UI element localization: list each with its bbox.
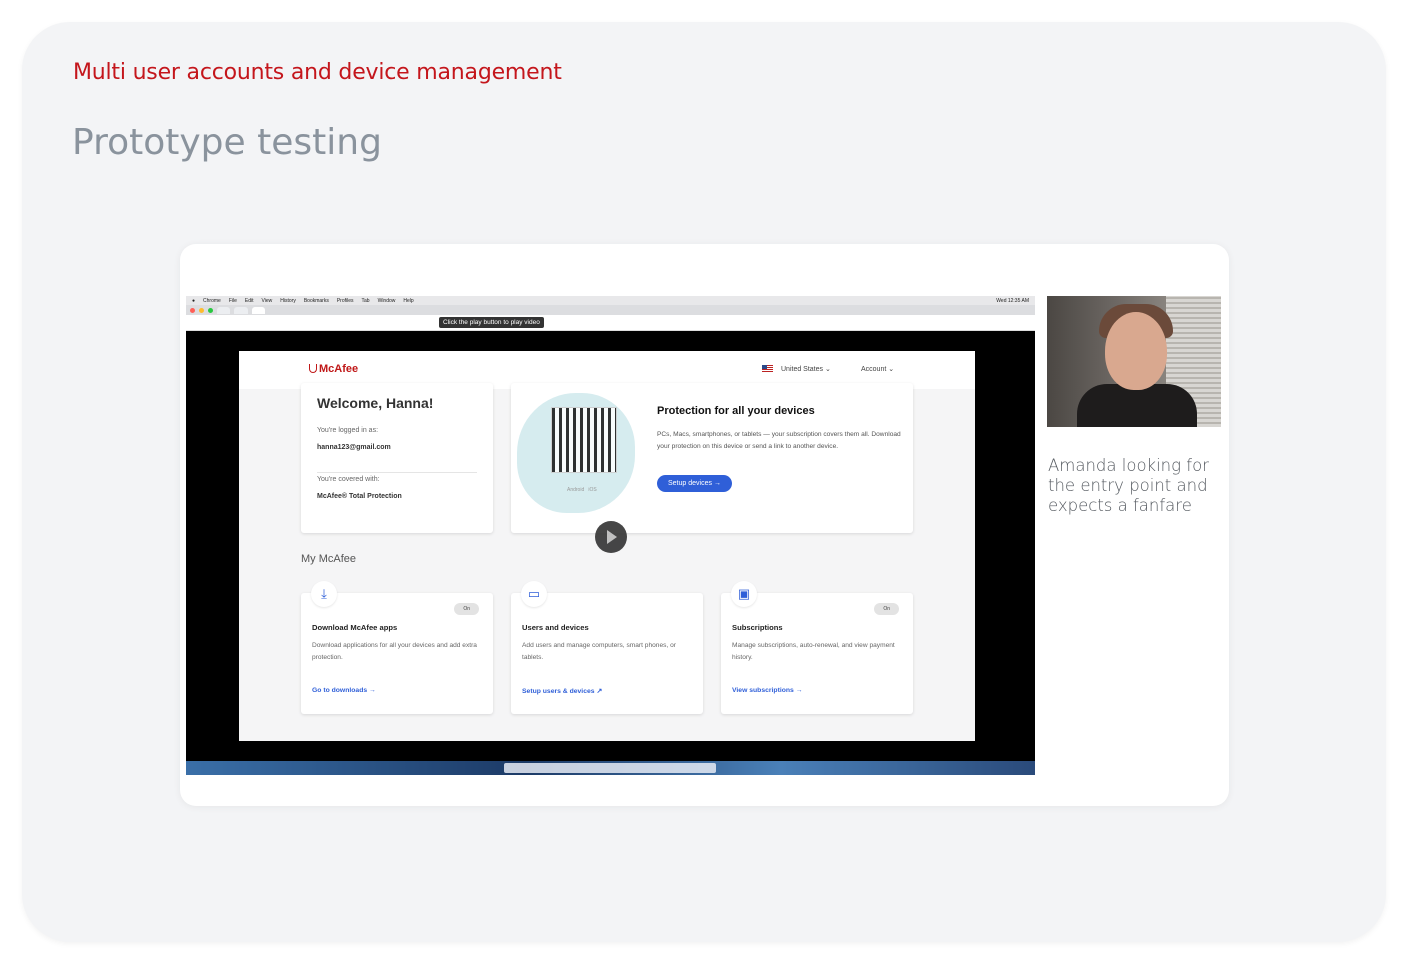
go-to-downloads-link[interactable]: Go to downloads → <box>312 687 376 694</box>
logo-text: McAfee <box>319 363 359 375</box>
slide-title: Prototype testing <box>72 122 382 164</box>
menu-help: Help <box>403 297 414 304</box>
chevron-down-icon: ⌄ <box>824 366 831 373</box>
menu-bookmarks: Bookmarks <box>303 297 329 304</box>
os-labels: Android iOS <box>567 487 597 493</box>
play-button[interactable] <box>595 521 627 553</box>
setup-devices-button[interactable]: Setup devices → <box>657 475 732 492</box>
arrow-right-icon: → <box>713 480 721 487</box>
arrow-right-icon: → <box>795 687 803 694</box>
country-selector[interactable]: United States ⌄ <box>762 365 831 373</box>
us-flag-icon <box>762 365 773 372</box>
browser-tab-active[interactable] <box>251 306 265 314</box>
feature-body: Manage subscriptions, auto-renewal, and … <box>732 642 895 661</box>
close-window-icon[interactable] <box>190 307 195 313</box>
feature-body: Add users and manage computers, smart ph… <box>522 642 676 661</box>
covered-label: You're covered with: <box>317 476 380 483</box>
download-icon: ⤓ <box>311 581 337 607</box>
participant-face <box>1105 312 1167 390</box>
browser-tab[interactable] <box>234 306 248 314</box>
qr-code <box>551 407 617 473</box>
wallet-icon: ▣ <box>731 581 757 607</box>
address-bar[interactable] <box>186 315 1035 331</box>
section-title: My McAfee <box>301 553 357 565</box>
external-link-icon: ↗ <box>596 688 603 695</box>
feature-body: Download applications for all your devic… <box>312 642 477 661</box>
feature-title: Download McAfee apps <box>312 623 398 632</box>
feature-card-subscriptions: ▣ On Subscriptions Manage subscriptions,… <box>721 581 913 714</box>
protection-card: Android iOS Protection for all your devi… <box>511 383 913 533</box>
feature-link-label: View subscriptions <box>732 687 794 694</box>
menu-view: View <box>261 297 273 304</box>
setup-devices-label: Setup devices <box>668 480 712 487</box>
laptop-icon: ▭ <box>521 581 547 607</box>
setup-users-link[interactable]: Setup users & devices ↗ <box>522 687 602 695</box>
feature-link-label: Go to downloads <box>312 687 368 694</box>
protection-heading: Protection for all your devices <box>657 405 815 417</box>
participant-body <box>1077 384 1197 427</box>
menu-tab: Tab <box>361 297 370 304</box>
observation-caption: Amanda looking for the entry point and e… <box>1048 456 1209 515</box>
welcome-heading: Welcome, Hanna! <box>317 395 434 411</box>
country-label: United States <box>781 366 824 373</box>
mcafee-page: McAfee United States ⌄ Account ⌄ Welcome… <box>239 351 975 741</box>
user-email: hanna123@gmail.com <box>317 444 391 451</box>
apple-icon: iOS <box>588 487 597 493</box>
logged-in-label: You're logged in as: <box>317 427 379 434</box>
feature-link-label: Setup users & devices <box>522 688 595 695</box>
divider <box>317 472 477 473</box>
toggle-on[interactable]: On <box>454 603 479 615</box>
welcome-card: Welcome, Hanna! You're logged in as: han… <box>301 383 493 533</box>
chevron-down-icon: ⌄ <box>888 366 895 373</box>
menu-file: File <box>228 297 237 304</box>
protection-body: PCs, Macs, smartphones, or tablets — you… <box>657 431 901 450</box>
menu-chrome: Chrome <box>203 297 221 304</box>
mcafee-shield-icon <box>309 364 317 373</box>
menu-edit: Edit <box>244 297 254 304</box>
account-label: Account <box>861 366 887 373</box>
screen-recording[interactable]: ● Chrome File Edit View History Bookmark… <box>186 296 1035 775</box>
mac-menu-bar: ● Chrome File Edit View History Bookmark… <box>186 296 1035 305</box>
menu-history: History <box>280 297 296 304</box>
browser-tab-strip <box>186 305 1035 315</box>
feature-title: Users and devices <box>522 623 589 632</box>
minimize-window-icon[interactable] <box>199 307 204 313</box>
browser-tab[interactable] <box>217 306 231 314</box>
toggle-on[interactable]: On <box>874 603 899 615</box>
mcafee-logo[interactable]: McAfee <box>309 363 358 375</box>
account-menu[interactable]: Account ⌄ <box>861 365 894 373</box>
android-icon: Android <box>567 487 585 493</box>
apple-icon: ● <box>192 297 196 304</box>
product-name: McAfee® Total Protection <box>317 493 402 500</box>
feature-card-users: ▭ Users and devices Add users and manage… <box>511 581 703 714</box>
mac-dock[interactable] <box>504 763 716 773</box>
slide-kicker: Multi user accounts and device managemen… <box>73 60 562 85</box>
feature-card-downloads: ⤓ On Download McAfee apps Download appli… <box>301 581 493 714</box>
feature-title: Subscriptions <box>732 623 783 632</box>
menu-window: Window <box>377 297 396 304</box>
menu-profiles: Profiles <box>336 297 354 304</box>
view-subscriptions-link[interactable]: View subscriptions → <box>732 687 803 694</box>
maximize-window-icon[interactable] <box>208 307 213 313</box>
play-icon <box>607 530 617 544</box>
play-tooltip: Click the play button to play video <box>439 317 544 328</box>
menu-clock: Wed 12:35 AM <box>996 297 1029 304</box>
participant-webcam <box>1047 296 1221 427</box>
arrow-right-icon: → <box>369 687 376 694</box>
